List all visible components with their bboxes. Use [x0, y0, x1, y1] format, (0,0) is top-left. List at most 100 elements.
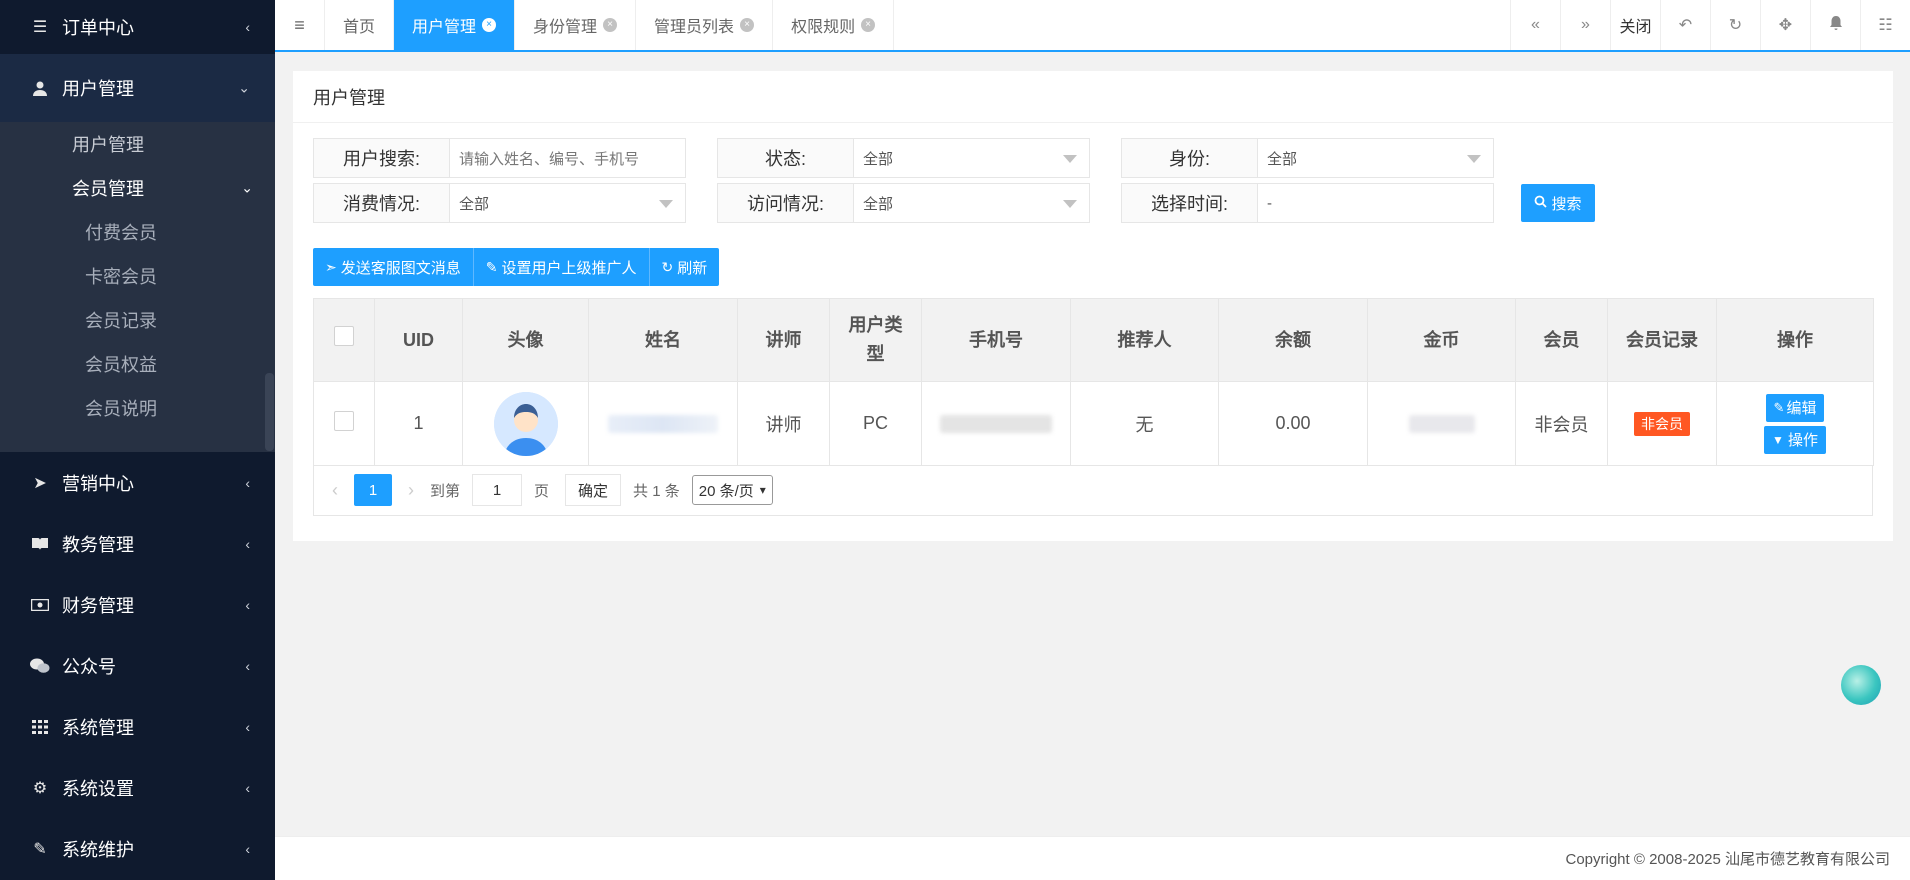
- select-value: 20 条/页: [698, 482, 754, 500]
- back-button[interactable]: ↶: [1660, 0, 1710, 50]
- move-icon: ✥: [1778, 17, 1793, 34]
- sub-item-member-rights[interactable]: 会员权益: [0, 342, 275, 386]
- filter-label: 消费情况:: [313, 183, 450, 223]
- wand-icon: ✎: [33, 840, 47, 858]
- tab-identity-management[interactable]: 身份管理 ×: [515, 0, 637, 50]
- nav-order-center[interactable]: ☰ 订单中心 ‹: [0, 0, 275, 54]
- tab-user-management[interactable]: 用户管理 ×: [394, 0, 516, 50]
- floating-assistant-icon[interactable]: [1841, 665, 1881, 705]
- table-header: 推荐人: [1070, 298, 1219, 382]
- pencil-icon: ✎: [1773, 399, 1785, 415]
- more-button[interactable]: ☷: [1860, 0, 1910, 50]
- nav-label: 用户管理: [62, 79, 134, 99]
- table-header: 手机号: [921, 298, 1071, 382]
- close-icon[interactable]: ×: [603, 18, 618, 32]
- nav-finance[interactable]: 财务管理 ‹: [0, 574, 275, 635]
- next-page-icon[interactable]: ›: [408, 480, 414, 501]
- sub-item-label: 会员管理: [72, 179, 144, 199]
- goto-label: 到第: [430, 482, 461, 500]
- avatar-cell: [462, 381, 589, 466]
- tab-home[interactable]: 首页: [325, 0, 395, 50]
- scroll-right-button[interactable]: »: [1560, 0, 1610, 50]
- sub-item-card-member[interactable]: 卡密会员: [0, 254, 275, 298]
- tab-admin-list[interactable]: 管理员列表 ×: [636, 0, 774, 50]
- status-badge: 非会员: [1634, 411, 1690, 436]
- per-page-select[interactable]: 20 条/页 ▾: [691, 475, 773, 505]
- table-header: 操作: [1716, 298, 1874, 382]
- name-cell: [588, 381, 738, 466]
- visit-select[interactable]: 全部: [854, 183, 1090, 223]
- teacher-cell: 讲师: [737, 381, 830, 466]
- chevron-down-icon: ▾: [759, 483, 766, 497]
- tab-label: 权限规则: [791, 19, 856, 36]
- filter-status: 状态: 全部: [717, 138, 1090, 178]
- sub-item-user-management[interactable]: 用户管理: [0, 122, 275, 166]
- filter-label: 选择时间:: [1121, 183, 1258, 223]
- user-icon: [30, 78, 50, 98]
- tab-permission-rules[interactable]: 权限规则 ×: [773, 0, 895, 50]
- select-all-checkbox[interactable]: [334, 325, 354, 346]
- chevron-left-icon: ‹: [245, 474, 250, 491]
- list-icon: ☰: [32, 19, 48, 36]
- goto-page-input[interactable]: 1: [472, 474, 523, 506]
- time-range-input[interactable]: -: [1258, 183, 1494, 223]
- refresh-button[interactable]: ↻ 刷新: [649, 248, 720, 286]
- status-select[interactable]: 全部: [854, 138, 1090, 178]
- nav-label: 营销中心: [62, 473, 134, 494]
- sidebar-scrollbar[interactable]: [265, 373, 274, 451]
- row-checkbox-cell: [313, 381, 375, 466]
- nav-official-account[interactable]: 公众号 ‹: [0, 635, 275, 696]
- list-icon: ☷: [1878, 17, 1893, 34]
- close-icon[interactable]: ×: [861, 18, 876, 32]
- nav-marketing[interactable]: ➤ 营销中心 ‹: [0, 452, 275, 513]
- identity-select[interactable]: 全部: [1258, 138, 1494, 178]
- nav-system-management[interactable]: 系统管理 ‹: [0, 696, 275, 757]
- table-row: 1 讲师 PC 无 0.00 非会员 非会员 ✎ 编辑 ▼ 操作: [313, 381, 1874, 466]
- coin-cell: [1367, 381, 1516, 466]
- consume-select[interactable]: 全部: [450, 183, 686, 223]
- member-record-cell: 非会员: [1607, 381, 1717, 466]
- nav-user-management[interactable]: 用户管理 ⌄: [0, 54, 275, 122]
- nav-academic[interactable]: 教务管理 ‹: [0, 513, 275, 574]
- nav-system-maintenance[interactable]: ✎ 系统维护 ‹: [0, 818, 275, 879]
- tab-label: 首页: [343, 19, 376, 36]
- filter-label: 身份:: [1121, 138, 1258, 178]
- operation-dropdown-button[interactable]: ▼ 操作: [1764, 425, 1826, 454]
- search-button[interactable]: 搜索: [1521, 184, 1595, 222]
- select-value: 全部: [459, 195, 490, 213]
- set-promoter-button[interactable]: ✎ 设置用户上级推广人: [473, 248, 650, 286]
- actions-cell: ✎ 编辑 ▼ 操作: [1716, 381, 1874, 466]
- close-icon[interactable]: ×: [482, 18, 497, 32]
- nav-label: 系统维护: [62, 839, 134, 860]
- send-message-button[interactable]: ➣ 发送客服图文消息: [313, 248, 474, 286]
- user-table: UID 头像 姓名 讲师 用户类型 手机号 推荐人 余额 金币 会员 会员记录 …: [313, 298, 1874, 466]
- prev-page-icon[interactable]: ‹: [332, 480, 338, 501]
- menu-toggle-button[interactable]: ≡: [275, 0, 325, 50]
- filter-label: 访问情况:: [717, 183, 854, 223]
- close-tabs-button[interactable]: 关闭: [1610, 0, 1660, 50]
- search-icon: [1534, 195, 1548, 212]
- page-label: 页: [534, 482, 550, 500]
- fullscreen-button[interactable]: ✥: [1760, 0, 1810, 50]
- chevron-left-icon: ‹: [245, 840, 250, 857]
- confirm-page-button[interactable]: 确定: [565, 474, 622, 506]
- nav-label: 教务管理: [62, 534, 134, 555]
- pagination: ‹ 1 › 到第 1 页 确定 共 1 条 20 条/页 ▾: [313, 465, 1873, 516]
- sidebar: ☰ 订单中心 ‹ 用户管理 ⌄ 用户管理 会员管理 ⌄ 付费会员 卡密会员 会员…: [0, 0, 275, 880]
- nav-system-settings[interactable]: ⚙ 系统设置 ‹: [0, 757, 275, 818]
- edit-button[interactable]: ✎ 编辑: [1765, 393, 1825, 422]
- avatar[interactable]: [493, 391, 558, 456]
- notification-button[interactable]: [1810, 0, 1860, 50]
- search-input[interactable]: 请输入姓名、编号、手机号: [450, 138, 686, 178]
- reload-button[interactable]: ↻: [1710, 0, 1760, 50]
- page-number-current[interactable]: 1: [354, 474, 392, 506]
- row-checkbox[interactable]: [334, 411, 354, 431]
- scroll-left-button[interactable]: «: [1510, 0, 1560, 50]
- chevron-left-icon: ‹: [245, 19, 250, 35]
- select-value: 全部: [1267, 150, 1298, 168]
- sub-item-paid-member[interactable]: 付费会员: [0, 210, 275, 254]
- close-icon[interactable]: ×: [740, 18, 755, 32]
- sub-item-member-management[interactable]: 会员管理 ⌄: [0, 166, 275, 210]
- sub-item-member-record[interactable]: 会员记录: [0, 298, 275, 342]
- sub-item-member-desc[interactable]: 会员说明: [0, 386, 275, 430]
